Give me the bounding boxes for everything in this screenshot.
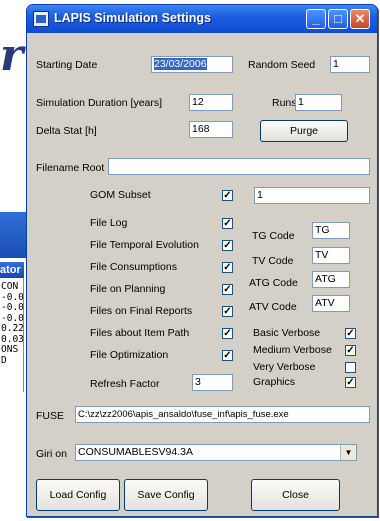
filename-root-input[interactable] (108, 158, 370, 175)
very-verbose-label: Very Verbose (253, 361, 316, 373)
file-on-planning-checkbox[interactable]: ✓ (222, 284, 233, 295)
title-bar[interactable]: LAPIS Simulation Settings _ □ ✕ (27, 5, 377, 33)
close-window-button[interactable]: ✕ (350, 9, 370, 29)
graphics-checkbox[interactable]: ✓ (345, 377, 356, 388)
background-panel-line: -0.0 (1, 313, 23, 324)
basic-verbose-checkbox[interactable]: ✓ (345, 328, 356, 339)
tv-code-label: TV Code (252, 255, 294, 267)
delta-stat-input[interactable]: 168 (189, 121, 233, 138)
starting-date-label: Starting Date (36, 59, 98, 71)
maximize-button[interactable]: □ (328, 9, 348, 29)
runs-input[interactable]: 1 (295, 94, 342, 111)
graphics-label: Graphics (253, 376, 296, 388)
runs-label: Runs (272, 97, 297, 109)
simulation-duration-label: Simulation Duration [years] (36, 97, 163, 109)
close-icon: ✕ (354, 11, 366, 26)
background-panel-line: D (1, 355, 7, 366)
tv-code-input[interactable]: TV (312, 247, 350, 264)
giri-on-label: Giri on (36, 448, 67, 460)
atv-code-input[interactable]: ATV (312, 295, 350, 312)
file-consumptions-checkbox[interactable]: ✓ (222, 262, 233, 273)
atv-code-label: ATV Code (249, 301, 297, 313)
file-temporal-evolution-checkbox[interactable]: ✓ (222, 240, 233, 251)
medium-verbose-label: Medium Verbose (253, 344, 332, 356)
giri-on-select[interactable]: CONSUMABLESV94.3A ▼ (75, 444, 357, 461)
chevron-down-icon[interactable]: ▼ (340, 445, 356, 460)
maximize-icon: □ (334, 11, 342, 26)
background-panel-line: 0.22 (1, 324, 23, 334)
file-optimization-checkbox[interactable]: ✓ (222, 350, 233, 361)
basic-verbose-label: Basic Verbose (253, 327, 321, 339)
background-panel-line: 0.03 (1, 334, 23, 345)
background-panel-line: -0.0 (1, 303, 23, 313)
settings-window: LAPIS Simulation Settings _ □ ✕ Starting… (26, 4, 378, 517)
background-app-letter: r (0, 30, 24, 81)
save-config-button[interactable]: Save Config (124, 479, 208, 511)
file-log-checkbox[interactable]: ✓ (222, 218, 233, 229)
starting-date-input[interactable]: 23/03/2006 (151, 56, 233, 73)
files-final-reports-checkbox[interactable]: ✓ (222, 306, 233, 317)
files-final-reports-label: Files on Final Reports (90, 305, 193, 317)
files-item-path-label: Files about Item Path (90, 327, 190, 339)
files-item-path-checkbox[interactable]: ✓ (222, 328, 233, 339)
atg-code-input[interactable]: ATG (312, 271, 350, 288)
fuse-path-input[interactable]: C:\zz\zz2006\apis_ansaldo\fuse_inf\apis_… (75, 406, 370, 423)
app-icon (33, 11, 49, 27)
random-seed-input[interactable]: 1 (330, 56, 370, 73)
background-window-strip (0, 212, 26, 258)
delta-stat-label: Delta Stat [h] (36, 125, 97, 137)
close-button[interactable]: Close (251, 479, 340, 511)
medium-verbose-checkbox[interactable]: ✓ (345, 345, 356, 356)
filename-root-label: Filename Root (36, 162, 105, 174)
file-on-planning-label: File on Planning (90, 283, 166, 295)
simulation-duration-input[interactable]: 12 (189, 94, 233, 111)
refresh-factor-input[interactable]: 3 (192, 374, 233, 391)
minimize-icon: _ (312, 11, 320, 26)
file-log-label: File Log (90, 217, 128, 229)
giri-on-value: CONSUMABLESV94.3A (78, 446, 193, 458)
gom-subset-checkbox[interactable]: ✓ (222, 190, 233, 201)
tg-code-label: TG Code (252, 230, 295, 242)
refresh-factor-label: Refresh Factor (90, 378, 160, 390)
background-panel-title: ator (0, 262, 24, 278)
gom-subset-label: GOM Subset (90, 189, 151, 201)
gom-subset-input[interactable]: 1 (254, 187, 370, 204)
random-seed-label: Random Seed (248, 59, 316, 71)
very-verbose-checkbox[interactable] (345, 362, 356, 373)
tg-code-input[interactable]: TG (312, 222, 350, 239)
background-panel-line: -0.0 (1, 292, 23, 303)
background-panel-line: CON (1, 282, 19, 292)
fuse-label: FUSE (36, 410, 65, 422)
atg-code-label: ATG Code (249, 277, 298, 289)
purge-button[interactable]: Purge (260, 120, 348, 142)
window-title: LAPIS Simulation Settings (54, 11, 211, 25)
minimize-button[interactable]: _ (306, 9, 326, 29)
file-temporal-evolution-label: File Temporal Evolution (90, 239, 199, 251)
file-optimization-label: File Optimization (90, 349, 169, 361)
background-panel-line: ONS (1, 345, 19, 355)
file-consumptions-label: File Consumptions (90, 261, 177, 273)
load-config-button[interactable]: Load Config (36, 479, 120, 511)
